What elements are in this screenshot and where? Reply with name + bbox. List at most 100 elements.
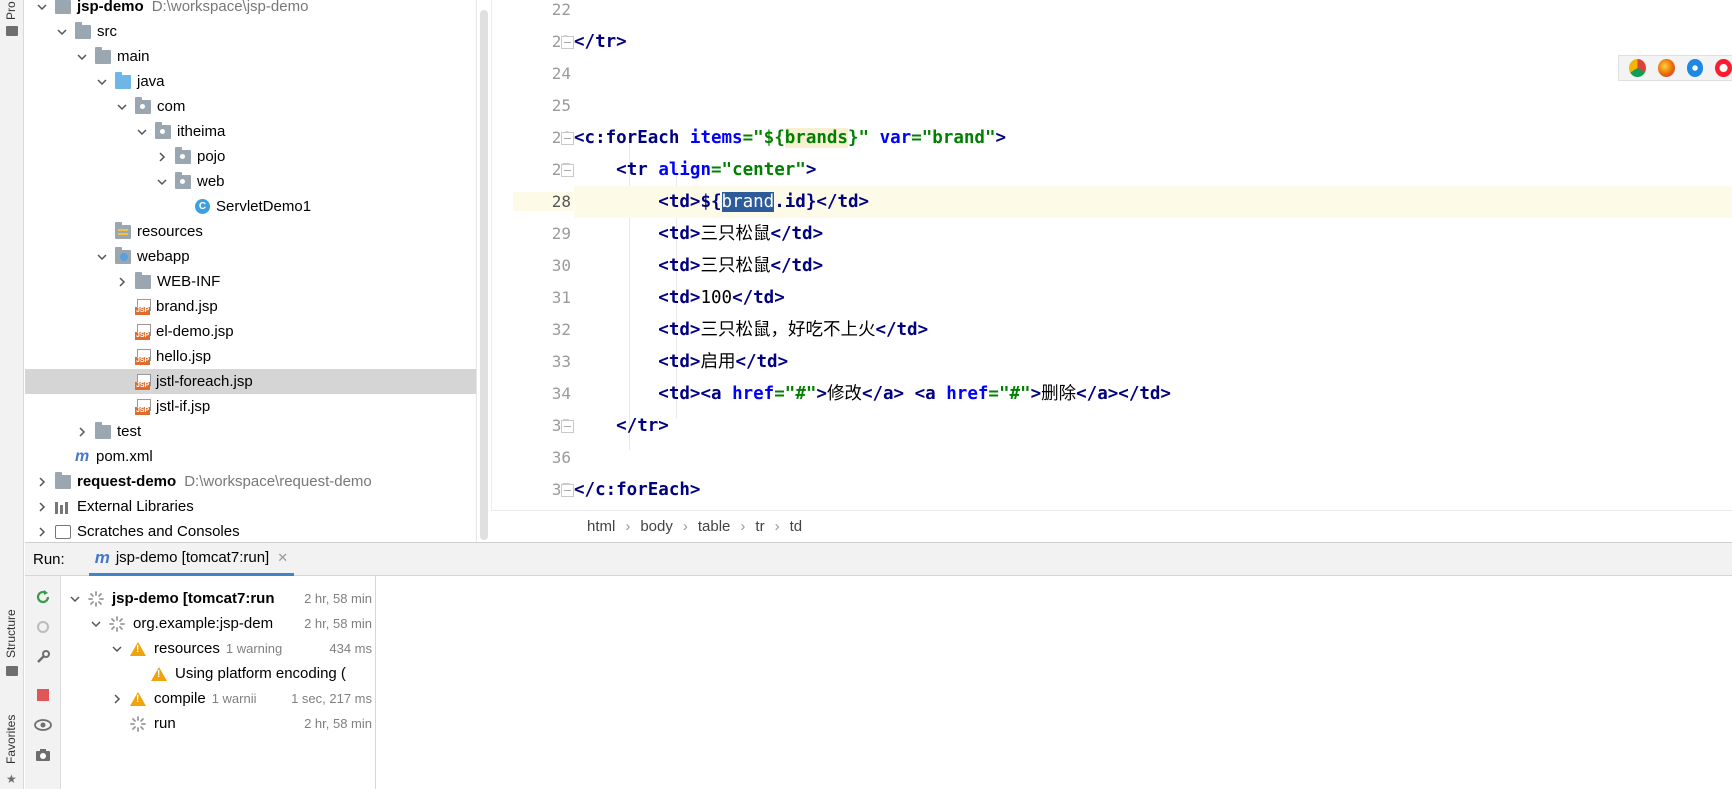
breadcrumb-item[interactable]: html (587, 518, 615, 535)
project-tree[interactable]: jsp-demo D:\workspace\jsp-demo src main java… (25, 0, 490, 542)
tree-item[interactable]: pojo (25, 144, 490, 169)
tree-item-label: jsp-demo (77, 0, 144, 15)
tree-item[interactable]: itheima (25, 119, 490, 144)
tree-item[interactable]: C ServletDemo1 (25, 194, 490, 219)
opera-icon[interactable] (1715, 59, 1732, 77)
run-tree-item[interactable]: compile 1 warnii 1 sec, 217 ms (62, 686, 375, 711)
code-line-36[interactable] (574, 442, 1732, 474)
rerun-button[interactable] (34, 588, 52, 606)
tree-item[interactable]: JSP hello.jsp (25, 344, 490, 369)
tree-item[interactable]: main (25, 44, 490, 69)
rerun-icon (36, 590, 50, 604)
safari-icon[interactable] (1686, 59, 1704, 77)
project-scrollbar[interactable] (476, 0, 490, 542)
code-line-37[interactable]: </c:forEach> (574, 474, 1732, 506)
fold-marker-icon[interactable] (561, 132, 574, 145)
chrome-icon[interactable] (1629, 59, 1646, 77)
chevron-down-icon[interactable] (95, 250, 109, 264)
code-line-34[interactable]: <td><a href="#">修改</a> <a href="#">删除</a… (574, 378, 1732, 410)
chevron-down-icon[interactable] (75, 50, 89, 64)
code-line-25[interactable] (574, 90, 1732, 122)
fold-marker-icon[interactable] (561, 36, 574, 49)
code-editor[interactable]: </tr> <c:forEach items="${brands}" var="… (574, 0, 1732, 510)
run-tree-item-meta: 1 warnii (211, 691, 257, 706)
chevron-right-icon[interactable] (35, 525, 49, 539)
tree-item[interactable]: web (25, 169, 490, 194)
show-button[interactable] (34, 716, 52, 734)
chevron-right-icon[interactable] (115, 275, 129, 289)
run-tree-item[interactable]: resources 1 warning 434 ms (62, 636, 375, 661)
project-tool-tab[interactable]: Pro (0, 0, 24, 40)
chevron-right-icon[interactable] (155, 150, 169, 164)
chevron-down-icon[interactable] (35, 0, 49, 14)
tree-item[interactable]: m pom.xml (25, 444, 490, 469)
breadcrumb-item[interactable]: table (698, 518, 731, 535)
chevron-down-icon[interactable] (68, 592, 82, 606)
code-line-29[interactable]: <td>三只松鼠</td> (574, 218, 1732, 250)
chevron-right-icon[interactable] (110, 692, 124, 706)
tree-item[interactable]: jsp-demo D:\workspace\jsp-demo (25, 0, 490, 19)
code-line-22[interactable] (574, 0, 1732, 26)
code-line-26[interactable]: <c:forEach items="${brands}" var="brand"… (574, 122, 1732, 154)
tree-item[interactable]: src (25, 19, 490, 44)
tree-item[interactable]: External Libraries (25, 494, 490, 519)
tree-item[interactable]: webapp (25, 244, 490, 269)
firefox-icon[interactable] (1657, 59, 1675, 77)
tree-item[interactable]: JSP jstl-foreach.jsp (25, 369, 490, 394)
tree-item[interactable]: com (25, 94, 490, 119)
chevron-right-icon[interactable] (35, 475, 49, 489)
code-line-24[interactable] (574, 58, 1732, 90)
chevron-down-icon[interactable] (155, 175, 169, 189)
chevron-down-icon[interactable] (95, 75, 109, 89)
package-icon (135, 96, 151, 114)
run-tree-item[interactable]: jsp-demo [tomcat7:run 2 hr, 58 min (62, 586, 375, 611)
tree-item[interactable]: JSP brand.jsp (25, 294, 490, 319)
breadcrumb-item[interactable]: td (790, 518, 803, 535)
rerun-failed-button[interactable] (34, 618, 52, 636)
breadcrumb-item[interactable]: body (640, 518, 673, 535)
tree-item[interactable]: resources (25, 219, 490, 244)
chevron-down-icon[interactable] (89, 617, 103, 631)
tree-item[interactable]: WEB-INF (25, 269, 490, 294)
structure-tool-tab[interactable]: Structure (0, 596, 24, 686)
chevron-down-icon[interactable] (110, 642, 124, 656)
code-line-30[interactable]: <td>三只松鼠</td> (574, 250, 1732, 282)
chevron-down-icon[interactable] (115, 100, 129, 114)
tree-item[interactable]: JSP el-demo.jsp (25, 319, 490, 344)
run-tab[interactable]: m jsp-demo [tomcat7:run] ✕ (88, 543, 295, 576)
tree-item[interactable]: JSP jstl-if.jsp (25, 394, 490, 419)
stop-button[interactable] (34, 686, 52, 704)
run-tree-item[interactable]: run 2 hr, 58 min (62, 711, 375, 736)
fold-marker-icon[interactable] (561, 420, 574, 433)
breadcrumb-item[interactable]: tr (755, 518, 764, 535)
tree-item[interactable]: Scratches and Consoles (25, 519, 490, 544)
code-token: > (805, 160, 817, 180)
code-line-32[interactable]: <td>三只松鼠，好吃不上火</td> (574, 314, 1732, 346)
screenshot-button[interactable] (34, 746, 52, 764)
favorites-tool-tab[interactable]: Favorites ★ (0, 700, 24, 789)
chevron-down-icon[interactable] (55, 25, 69, 39)
tree-item[interactable]: test (25, 419, 490, 444)
chevron-right-icon[interactable] (35, 500, 49, 514)
settings-button[interactable] (34, 648, 52, 666)
code-line-28[interactable]: <td>${brand.id}</td> (574, 186, 1732, 218)
console-output[interactable] (377, 576, 1732, 789)
fold-marker-icon[interactable] (561, 484, 574, 497)
code-line-31[interactable]: <td>100</td> (574, 282, 1732, 314)
tree-item[interactable]: request-demo D:\workspace\request-demo (25, 469, 490, 494)
code-line-27[interactable]: <tr align="center"> (574, 154, 1732, 186)
run-tree[interactable]: jsp-demo [tomcat7:run 2 hr, 58 min org.exa… (62, 576, 376, 789)
tree-item[interactable]: java (25, 69, 490, 94)
code-line-33[interactable]: <td>启用</td> (574, 346, 1732, 378)
selected-text[interactable]: brand (721, 192, 775, 212)
code-line-23[interactable]: </tr> (574, 26, 1732, 58)
fold-marker-icon[interactable] (561, 164, 574, 177)
code-line-35[interactable]: </tr> (574, 410, 1732, 442)
run-tree-item[interactable]: org.example:jsp-dem 2 hr, 58 min (62, 611, 375, 636)
chevron-down-icon[interactable] (135, 125, 149, 139)
run-tree-item[interactable]: Using platform encoding ( (62, 661, 375, 686)
chevron-right-icon[interactable] (75, 425, 89, 439)
line-number: 34 (551, 384, 571, 403)
close-icon[interactable]: ✕ (277, 550, 288, 566)
project-scrollbar-thumb[interactable] (480, 10, 488, 540)
